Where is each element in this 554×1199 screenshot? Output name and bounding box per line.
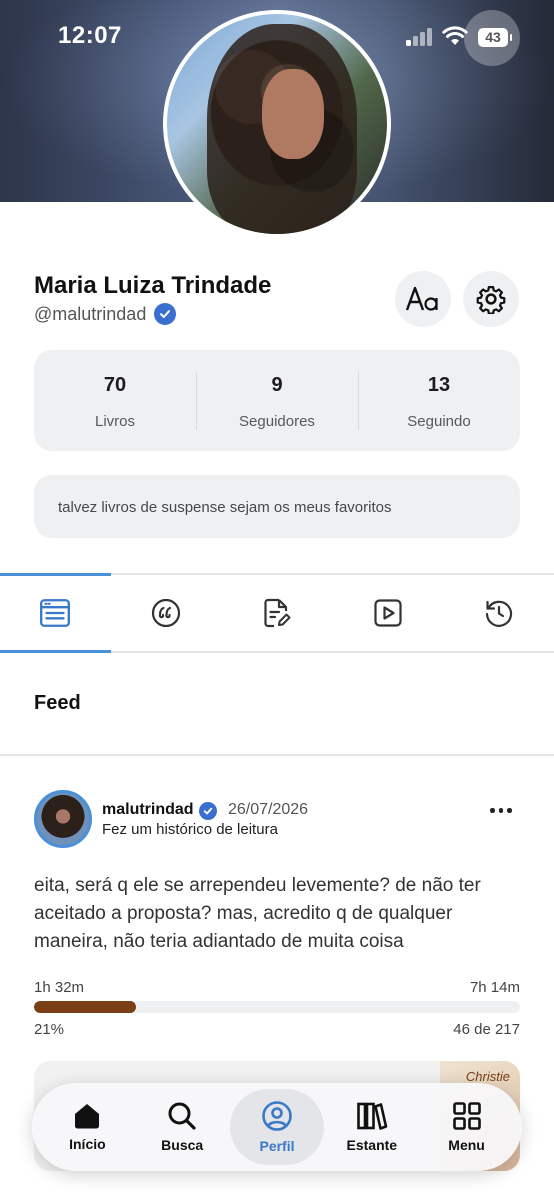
tab-videos[interactable] (332, 575, 443, 651)
nav-menu[interactable]: Menu (419, 1089, 514, 1165)
profile-name: Maria Luiza Trindade (34, 272, 272, 299)
nav-label: Busca (161, 1137, 204, 1153)
stat-value: 13 (427, 374, 451, 396)
profile-handle: @malutrindad (34, 303, 147, 324)
stat-following[interactable]: 13 Seguindo (358, 350, 520, 451)
font-size-icon (405, 286, 438, 311)
bookshelf-icon (356, 1102, 388, 1130)
history-icon (485, 600, 512, 627)
time-read: 1h 32m (34, 979, 85, 996)
stat-label: Seguindo (407, 413, 471, 430)
home-icon (75, 1104, 100, 1129)
book-cover-text: Christie (465, 1069, 510, 1084)
progress-percent: 21% (34, 1021, 65, 1038)
tab-quotes[interactable] (111, 575, 222, 651)
reading-progress-bar (34, 1001, 520, 1013)
gear-icon (476, 286, 506, 314)
stat-label: Seguidores (239, 413, 315, 430)
settings-button[interactable] (463, 271, 519, 327)
time-total: 7h 14m (469, 979, 520, 996)
tab-feed[interactable] (0, 573, 111, 653)
bottom-navigation: Início Busca Perfil Estante Menu (32, 1083, 522, 1171)
nav-label: Perfil (259, 1138, 295, 1154)
more-options-icon[interactable] (490, 808, 512, 813)
nav-profile[interactable]: Perfil (229, 1089, 325, 1165)
verified-badge-icon (154, 303, 177, 325)
feed-icon (40, 599, 71, 627)
tab-reviews[interactable] (222, 575, 333, 651)
nav-search[interactable]: Busca (135, 1089, 230, 1165)
nav-label: Início (69, 1136, 106, 1152)
post-action: Fez um histórico de leitura (102, 821, 278, 838)
handle-row: @malutrindad (34, 303, 177, 325)
post-author-avatar[interactable] (34, 790, 92, 848)
nav-bookshelf[interactable]: Estante (324, 1089, 419, 1165)
status-bar: 12:07 43 (0, 0, 554, 72)
review-document-icon (264, 598, 291, 628)
post-username[interactable]: malutrindad (102, 801, 194, 819)
reading-progress-fill (34, 1001, 137, 1013)
stat-books[interactable]: 70 Livros (34, 350, 196, 451)
grid-icon (452, 1102, 481, 1130)
cellular-signal-icon (406, 28, 434, 46)
profile-tabs (0, 573, 554, 653)
nav-home[interactable]: Início (40, 1089, 135, 1165)
nav-label: Estante (346, 1137, 398, 1153)
profile-icon (262, 1101, 292, 1131)
battery-level: 43 (478, 28, 512, 47)
profile-bio: talvez livros de suspense sejam os meus … (34, 475, 520, 538)
stat-label: Livros (94, 413, 135, 430)
avatar-face (262, 69, 324, 159)
status-time: 12:07 (58, 22, 122, 49)
post-date: 26/07/2026 (228, 801, 309, 818)
post-text: eita, será q ele se arrependeu levemente… (34, 875, 481, 952)
stat-value: 9 (271, 374, 283, 396)
stat-followers[interactable]: 9 Seguidores (196, 350, 358, 451)
tab-history[interactable] (443, 575, 554, 651)
play-video-icon (374, 599, 402, 627)
profile-stats: 70 Livros 9 Seguidores 13 Seguindo (34, 350, 520, 451)
pages-read: 46 de 217 (453, 1021, 520, 1038)
feed-title: Feed (34, 692, 81, 714)
verified-badge-icon (199, 802, 217, 820)
battery-indicator: 43 (464, 10, 520, 66)
feed-divider (0, 754, 554, 756)
stat-value: 70 (103, 374, 127, 396)
nav-label: Menu (448, 1137, 485, 1153)
font-settings-button[interactable] (395, 271, 451, 327)
search-icon (168, 1102, 196, 1130)
quote-icon (152, 598, 181, 628)
